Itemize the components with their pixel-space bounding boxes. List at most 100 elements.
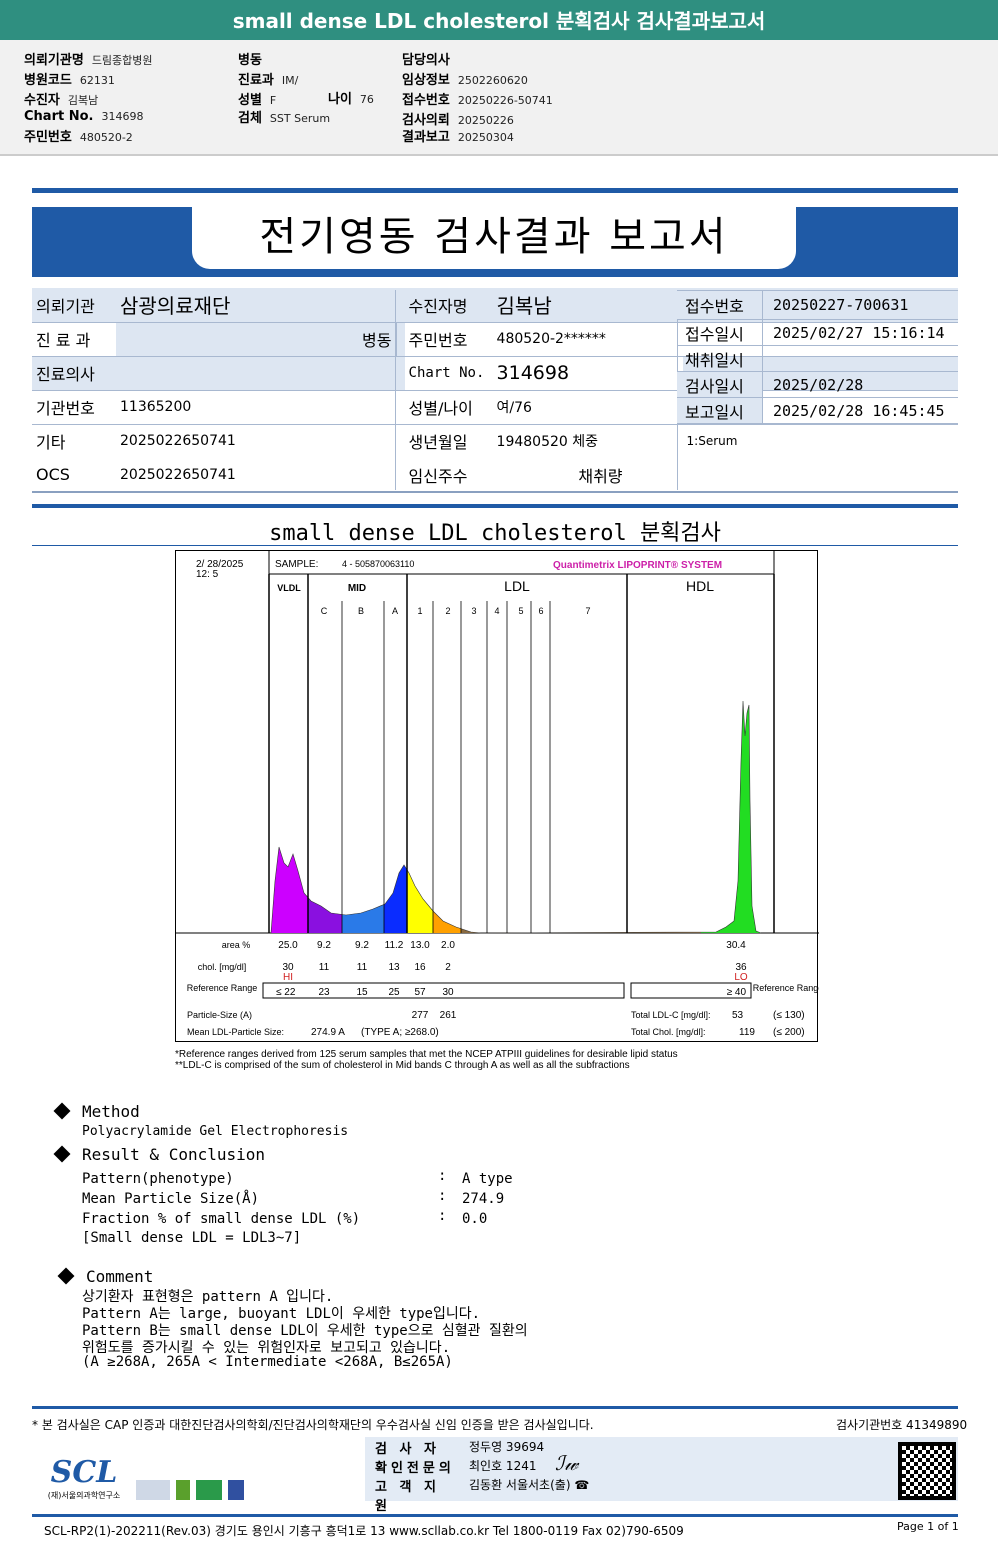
- info-value: F: [269, 94, 277, 107]
- info-value: 480520-2: [79, 131, 133, 144]
- age-value: 76: [359, 93, 374, 106]
- info-value: SST Serum: [269, 112, 331, 125]
- info-field: 검체 SST Serum: [238, 107, 330, 126]
- label: 생년월일: [408, 433, 468, 453]
- hi-flag: HI: [283, 972, 293, 983]
- chart-no-value: 314698: [492, 356, 683, 391]
- info-value: 드림종합병원: [91, 54, 153, 67]
- particle-size-value: 261: [440, 1010, 457, 1021]
- band-label: 2: [445, 606, 450, 616]
- info-label: 의뢰기관명: [24, 53, 84, 68]
- ref-label-right: Reference Range: [753, 983, 819, 993]
- age-label: 나이: [328, 92, 352, 107]
- info-field: 성별 F: [238, 89, 276, 108]
- receipt-row: 채취일시: [677, 346, 958, 372]
- hdl-area-value: 30.4: [726, 940, 746, 951]
- band-fill-vldl: [271, 847, 308, 933]
- band-fill-none: [461, 928, 701, 933]
- chart-time: 12: 5: [196, 569, 219, 580]
- result-colon: :: [438, 1168, 447, 1184]
- signature: ℐ𝓌: [555, 1451, 579, 1475]
- band-fill-a: [384, 865, 407, 933]
- band-label: 3: [471, 606, 476, 616]
- total-ldl-label: Total LDL-C [mg/dl]:: [631, 1010, 711, 1020]
- info-field: 진료과 IM/: [238, 69, 298, 88]
- band-label: 4: [494, 606, 499, 616]
- specimen-value: 1:Serum: [686, 434, 738, 449]
- signer-name: 최인호 1241: [469, 1459, 537, 1473]
- method-text: Polyacrylamide Gel Electrophoresis: [82, 1124, 349, 1139]
- chol-value: 13: [388, 962, 400, 973]
- signer-role: 검 사 자: [375, 1442, 440, 1457]
- group-label: HDL: [686, 578, 714, 594]
- chol-value: 11: [319, 962, 330, 973]
- chol-value: 11: [357, 962, 368, 973]
- signer-row: 확인전문의 최인호 1241: [375, 1457, 536, 1476]
- particle-size-value: 277: [412, 1010, 429, 1021]
- ref-label: Reference Range: [187, 983, 258, 993]
- label: 성별/나이: [404, 390, 493, 425]
- info-label: 수진자: [24, 93, 60, 108]
- label: 진 료 과: [32, 322, 116, 357]
- group-label: LDL: [504, 578, 530, 594]
- info-value: 20250304: [457, 131, 514, 144]
- ocs-value: 2025022650741: [116, 458, 405, 493]
- band-fill-b: [342, 904, 384, 933]
- institution-value: 삼광의료재단: [116, 288, 405, 323]
- info-label: 접수번호: [402, 93, 450, 108]
- ref-value: 25: [388, 987, 400, 998]
- receipt-row: 검사일시 2025/02/28: [677, 372, 958, 398]
- signer-row: 검 사 자 정두영 39694: [375, 1438, 544, 1457]
- comment-line: (A ≥268A, 265A < Intermediate <268A, B≤2…: [82, 1354, 453, 1370]
- result-label: Pattern(phenotype): [82, 1171, 234, 1187]
- receipt-row: 접수일시 2025/02/27 15:16:14: [677, 320, 958, 346]
- ref-value: ≤ 22: [276, 987, 296, 998]
- info-field: 담당의사: [402, 49, 458, 68]
- ward-label: 병동: [116, 322, 397, 357]
- result-value: A type: [462, 1171, 513, 1187]
- value: 2025/02/27 15:16:14: [773, 323, 945, 342]
- chol-value: 2: [445, 962, 451, 973]
- system-logo: Quantimetrix LIPOPRINT® SYSTEM: [553, 560, 722, 571]
- comment-title: Comment: [86, 1267, 154, 1286]
- band-fill-ldl1: [407, 869, 433, 933]
- sample-id: 4 - 505870063110: [342, 559, 414, 569]
- label: 진료의사: [32, 356, 116, 391]
- info-label: 검체: [238, 111, 262, 126]
- info-label: 병원코드: [24, 73, 72, 88]
- receipt-row: 보고일시 2025/02/28 16:45:45: [677, 398, 958, 424]
- ref-value: 23: [318, 987, 330, 998]
- mean-size-label: Mean LDL-Particle Size:: [187, 1027, 284, 1037]
- label: 접수번호: [677, 291, 763, 319]
- result-colon: :: [438, 1208, 447, 1224]
- total-chol-label: Total Chol. [mg/dl]:: [631, 1027, 706, 1037]
- info-label: 결과보고: [402, 130, 450, 145]
- info-field: 접수번호 20250226-50741: [402, 89, 553, 108]
- area-value: 25.0: [278, 940, 298, 951]
- ref-value: 57: [414, 987, 426, 998]
- total-ldl-ref: (≤ 130): [773, 1010, 805, 1021]
- info-value: 20250226-50741: [457, 94, 553, 107]
- report-header-title: small dense LDL cholesterol 분획검사 검사결과보고서: [0, 0, 998, 40]
- info-label: 주민번호: [24, 130, 72, 145]
- sex-age-value: 여/76: [492, 390, 683, 425]
- result-value: 274.9: [462, 1191, 505, 1207]
- info-value: 2502260620: [457, 74, 528, 87]
- signer-role: 확인전문의: [375, 1461, 455, 1476]
- certification-text: * 본 검사실은 CAP 인증과 대한진단검사의학회/진단검사의학재단의 우수검…: [32, 1418, 594, 1432]
- ref-value: 15: [356, 987, 368, 998]
- chol-label: chol. [mg/dl]: [198, 962, 247, 972]
- patient-name-value: 김복남: [492, 288, 683, 323]
- densitometry-curve: [270, 700, 762, 934]
- info-label: 성별: [238, 93, 262, 108]
- doctor-value: [116, 356, 405, 391]
- accreditation-logos: [136, 1480, 256, 1500]
- result-colon: :: [438, 1188, 447, 1204]
- birth-value: 19480520 체중: [496, 434, 598, 451]
- signer-name: 정두영 39694: [469, 1440, 545, 1454]
- info-label: 임상정보: [402, 73, 450, 88]
- sample-label: SAMPLE:: [275, 559, 318, 570]
- band-label: 5: [518, 606, 523, 616]
- result-label: Fraction % of small dense LDL (%): [82, 1211, 361, 1227]
- band-label: B: [358, 606, 364, 616]
